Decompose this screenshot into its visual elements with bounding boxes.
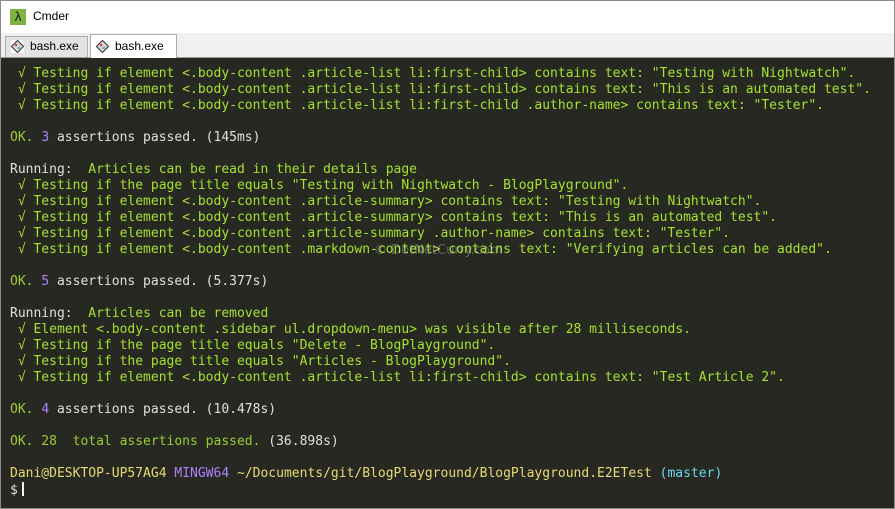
output-line: √ Testing if element <.body-content .art… [10, 98, 824, 113]
tab-label: bash.exe [30, 39, 79, 53]
total-time: (36.898s) [268, 434, 339, 449]
tab-label: bash.exe [115, 39, 164, 53]
running-label: Running: [10, 306, 89, 321]
assertion-summary: OK. 5 assertions passed. (5.377s) [10, 274, 268, 290]
summary-text: assertions passed. (5.377s) [49, 274, 269, 289]
prompt-path: ~/Documents/git/BlogPlayground/BlogPlayg… [237, 466, 652, 481]
prompt-user-host: Dani@DESKTOP-UP57AG4 [10, 466, 167, 481]
git-bash-icon [11, 40, 24, 53]
assertion-count: 3 [41, 130, 50, 145]
tab-bar: bash.exe bash.exe [1, 33, 894, 58]
summary-text: assertions passed. (145ms) [49, 130, 261, 145]
git-bash-icon [96, 40, 109, 53]
running-header: Running: Articles can be removed [10, 306, 268, 322]
assertion-count: 5 [41, 274, 50, 289]
tab-bash-2-active[interactable]: bash.exe [90, 34, 177, 58]
prompt-env: MINGW64 [174, 466, 230, 481]
assertion-summary: OK. 4 assertions passed. (10.478s) [10, 402, 276, 418]
summary-text: assertions passed. (10.478s) [49, 402, 277, 417]
output-line: √ Element <.body-content .sidebar ul.dro… [10, 322, 691, 337]
tab-bash-1[interactable]: bash.exe [5, 36, 88, 57]
prompt-symbol: $ [10, 483, 18, 498]
cmder-window: λ Cmder bash.exe bash.exe √ Testing if e… [0, 0, 895, 509]
ok-label: OK. [10, 274, 42, 289]
ok-label: OK. [10, 402, 42, 417]
title-bar[interactable]: λ Cmder [1, 1, 894, 33]
total-summary: OK. 28 total assertions passed. (36.898s… [10, 434, 339, 450]
output-line: √ Testing if the page title equals "Test… [10, 178, 629, 193]
test-title: Articles can be removed [88, 306, 269, 321]
test-title: Articles can be read in their details pa… [88, 162, 418, 177]
running-label: Running: [10, 162, 89, 177]
output-line: √ Testing if element <.body-content .art… [10, 82, 871, 97]
watermark: © DotNetCurry.com [374, 243, 503, 258]
prompt-branch: (master) [659, 466, 723, 481]
total-ok-text: OK. 28 total assertions passed. [10, 434, 269, 449]
output-line: √ Testing if element <.body-content .art… [10, 226, 731, 241]
command-input-line[interactable]: $ [10, 482, 24, 498]
assertion-summary: OK. 3 assertions passed. (145ms) [10, 130, 260, 146]
output-line: √ Testing if element <.body-content .art… [10, 66, 856, 81]
assertion-count: 4 [41, 402, 50, 417]
cmder-lambda-icon: λ [10, 9, 26, 25]
running-header: Running: Articles can be read in their d… [10, 162, 417, 178]
shell-prompt: Dani@DESKTOP-UP57AG4 MINGW64 ~/Documents… [10, 466, 722, 482]
ok-label: OK. [10, 130, 42, 145]
output-line: √ Testing if element <.body-content .art… [10, 370, 785, 385]
output-line: √ Testing if element <.body-content .art… [10, 210, 778, 225]
terminal-console[interactable]: √ Testing if element <.body-content .art… [1, 58, 894, 508]
output-line: √ Testing if element <.body-content .art… [10, 194, 762, 209]
text-cursor [21, 482, 24, 496]
window-title: Cmder [33, 9, 70, 23]
output-line: √ Testing if the page title equals "Dele… [10, 338, 496, 353]
output-line: √ Testing if the page title equals "Arti… [10, 354, 511, 369]
